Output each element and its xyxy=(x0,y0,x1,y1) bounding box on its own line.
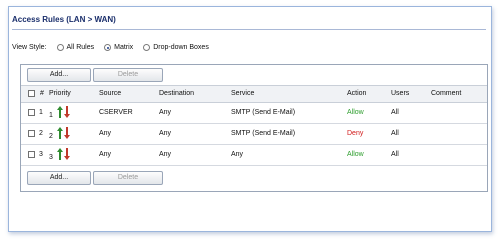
view-style-option-all-rules[interactable]: All Rules xyxy=(56,44,95,51)
table-header: # Priority Source Destination Service Ac… xyxy=(21,85,487,103)
rule-action: Allow xyxy=(347,109,364,116)
priority-up-down-arrows-icon[interactable] xyxy=(57,147,71,161)
rule-priority: 2 xyxy=(49,133,53,140)
rule-destination: Any xyxy=(159,109,172,116)
col-header-users[interactable]: Users xyxy=(391,90,409,97)
table-row[interactable]: 1 1 CSERVER Any SMTP (Send E-Mail) Allow… xyxy=(21,103,487,124)
view-style-option-label: Drop-down Boxes xyxy=(153,44,209,51)
radio-all-rules[interactable] xyxy=(56,44,64,51)
rule-action: Deny xyxy=(347,130,364,137)
row-checkbox[interactable] xyxy=(28,130,35,137)
col-header-destination[interactable]: Destination xyxy=(159,90,194,97)
col-header-number: # xyxy=(40,90,44,97)
col-header-source[interactable]: Source xyxy=(99,90,121,97)
rule-users: All xyxy=(391,130,399,137)
view-style-label: View Style: xyxy=(12,44,47,51)
rule-source: CSERVER xyxy=(99,109,133,116)
col-header-service[interactable]: Service xyxy=(231,90,254,97)
title-divider xyxy=(12,29,486,30)
rule-users: All xyxy=(391,109,399,116)
add-button-bottom[interactable]: Add... xyxy=(27,171,91,185)
table-row[interactable]: 3 3 Any Any Any Allow All xyxy=(21,145,487,166)
rule-priority: 1 xyxy=(49,112,53,119)
rules-table-panel: Add... Delete # Priority Source Destinat… xyxy=(20,64,488,192)
rule-number: 2 xyxy=(39,130,43,137)
rule-source: Any xyxy=(99,151,112,158)
table-row[interactable]: 2 2 Any Any SMTP (Send E-Mail) Deny All xyxy=(21,124,487,145)
col-header-action[interactable]: Action xyxy=(347,90,366,97)
radio-dropdown-boxes[interactable] xyxy=(143,44,151,51)
rule-priority: 3 xyxy=(49,154,53,161)
view-style-option-dropdown-boxes[interactable]: Drop-down Boxes xyxy=(143,44,209,51)
delete-button[interactable]: Delete xyxy=(93,68,163,82)
col-header-comment[interactable]: Comment xyxy=(431,90,461,97)
rule-service: SMTP (Send E-Mail) xyxy=(231,109,296,116)
radio-matrix[interactable] xyxy=(104,44,112,51)
rule-service: Any xyxy=(231,151,244,158)
rule-users: All xyxy=(391,151,399,158)
rule-destination: Any xyxy=(159,130,172,137)
page-title: Access Rules (LAN > WAN) xyxy=(12,15,116,24)
priority-up-down-arrows-icon[interactable] xyxy=(57,105,71,119)
add-button[interactable]: Add... xyxy=(27,68,91,82)
row-checkbox[interactable] xyxy=(28,151,35,158)
view-style-option-matrix[interactable]: Matrix xyxy=(104,44,133,51)
view-style-option-label: All Rules xyxy=(66,44,95,51)
priority-up-down-arrows-icon[interactable] xyxy=(57,126,71,140)
delete-button-bottom[interactable]: Delete xyxy=(93,171,163,185)
rule-number: 1 xyxy=(39,109,43,116)
rule-number: 3 xyxy=(39,151,43,158)
view-style-group: View Style: All Rules Matrix Drop-down B… xyxy=(12,44,209,51)
rule-service: SMTP (Send E-Mail) xyxy=(231,130,296,137)
view-style-option-label: Matrix xyxy=(114,44,134,51)
rule-action: Allow xyxy=(347,151,364,158)
row-checkbox[interactable] xyxy=(28,109,35,116)
rule-source: Any xyxy=(99,130,112,137)
select-all-checkbox[interactable] xyxy=(28,90,35,97)
rule-destination: Any xyxy=(159,151,172,158)
col-header-priority[interactable]: Priority xyxy=(49,90,71,97)
